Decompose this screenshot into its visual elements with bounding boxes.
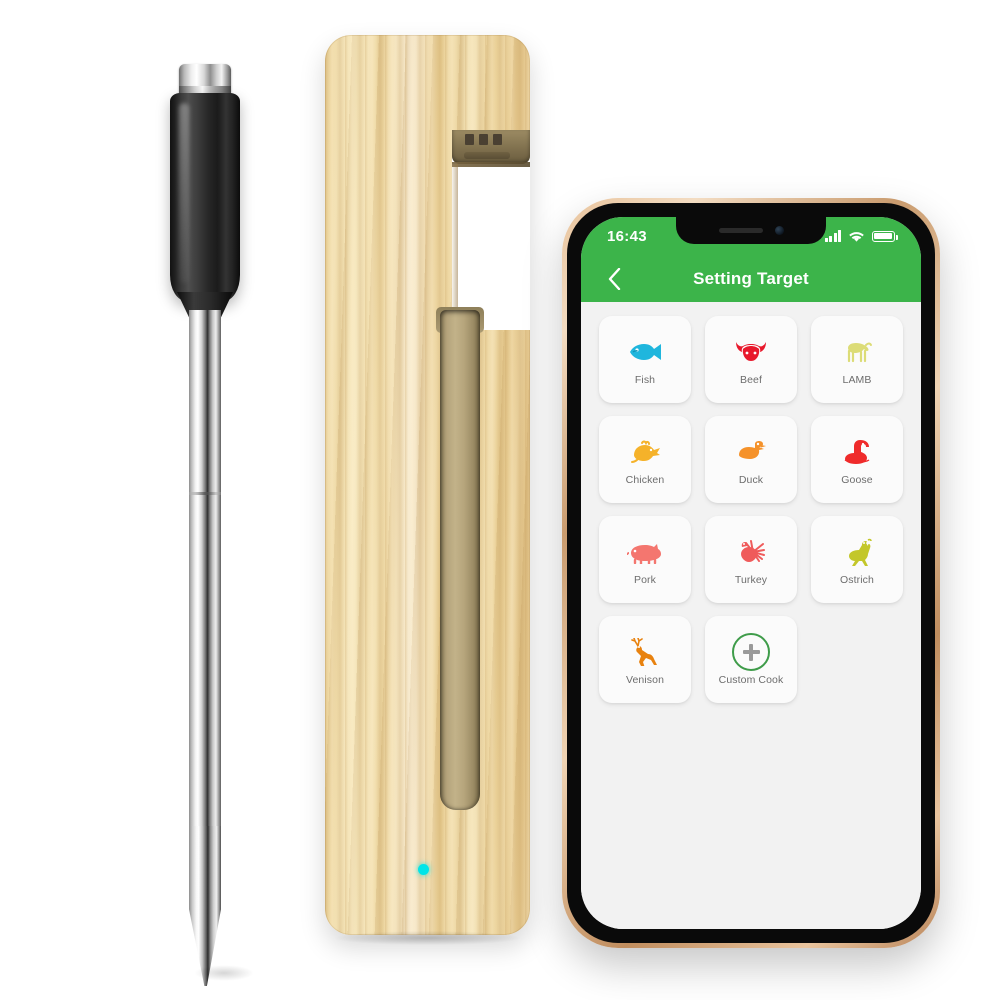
charging-contact-pin (479, 134, 488, 145)
chicken-icon (628, 433, 662, 471)
tile-label: Turkey (734, 574, 768, 586)
tile-ostrich[interactable]: Ostrich (811, 516, 903, 603)
phone-screen: 16:43 Setting Target Fish Beef LAMB Chic… (581, 217, 921, 929)
tile-label: Custom Cook (718, 674, 784, 686)
tile-fish[interactable]: Fish (599, 316, 691, 403)
status-indicators (824, 230, 898, 243)
ostrich-icon (842, 533, 872, 571)
bull-icon (734, 333, 768, 371)
tile-label: Beef (740, 374, 762, 386)
target-grid-area: Fish Beef LAMB Chicken Duck Goose Pork T… (581, 302, 921, 929)
nav-bar: Setting Target (581, 255, 921, 302)
led-indicator (418, 864, 429, 875)
tile-label: Goose (841, 474, 873, 486)
deer-icon (629, 633, 661, 671)
phone-bezel: 16:43 Setting Target Fish Beef LAMB Chic… (567, 203, 935, 943)
plus-circle-icon (732, 633, 770, 671)
product-scene: 16:43 Setting Target Fish Beef LAMB Chic… (0, 0, 1000, 1000)
status-bar: 16:43 (581, 217, 921, 255)
food-type-grid: Fish Beef LAMB Chicken Duck Goose Pork T… (599, 316, 903, 703)
tile-goose[interactable]: Goose (811, 416, 903, 503)
probe-slot-groove (440, 310, 480, 810)
front-camera-icon (774, 226, 784, 235)
chevron-left-icon[interactable] (601, 266, 627, 292)
tile-label: Pork (634, 574, 656, 586)
tile-custom-cook[interactable]: Custom Cook (705, 616, 797, 703)
phone-notch (676, 217, 826, 244)
status-time: 16:43 (607, 227, 647, 245)
tile-beef[interactable]: Beef (705, 316, 797, 403)
tile-label: Chicken (625, 474, 665, 486)
lamb-icon (841, 333, 873, 371)
page-title: Setting Target (693, 268, 809, 288)
duck-icon (735, 433, 767, 471)
charging-contact-bar (464, 152, 510, 159)
tile-turkey[interactable]: Turkey (705, 516, 797, 603)
charging-contact-pin (493, 134, 502, 145)
tile-label: Fish (634, 374, 656, 386)
tile-lamb[interactable]: LAMB (811, 316, 903, 403)
wooden-charging-case (325, 35, 530, 935)
wifi-icon (849, 231, 864, 242)
probe-drop-shadow (194, 965, 254, 981)
pig-icon (627, 533, 663, 571)
case-notch-lip (452, 162, 530, 167)
case-drop-shadow (335, 931, 520, 945)
tile-venison[interactable]: Venison (599, 616, 691, 703)
probe-black-handle (170, 93, 240, 301)
tile-label: Duck (738, 474, 764, 486)
tile-label: Venison (625, 674, 665, 686)
tile-duck[interactable]: Duck (705, 416, 797, 503)
tile-pork[interactable]: Pork (599, 516, 691, 603)
tile-label: Ostrich (840, 574, 874, 586)
charging-contact-pin (465, 134, 474, 145)
battery-full-icon (872, 230, 898, 242)
tile-label: LAMB (842, 374, 872, 386)
probe-shaft-seam (189, 492, 221, 495)
fish-icon (627, 333, 663, 371)
probe-stainless-shaft (189, 310, 221, 830)
tile-chicken[interactable]: Chicken (599, 416, 691, 503)
goose-icon (842, 433, 872, 471)
cellular-bars-icon (824, 230, 841, 242)
turkey-icon (735, 533, 767, 571)
smartphone: 16:43 Setting Target Fish Beef LAMB Chic… (562, 198, 940, 948)
earpiece-speaker-icon (718, 228, 763, 233)
case-notch-inner-edge (451, 164, 458, 330)
probe-pointed-tip (189, 826, 221, 986)
thermometer-probe (150, 60, 260, 986)
